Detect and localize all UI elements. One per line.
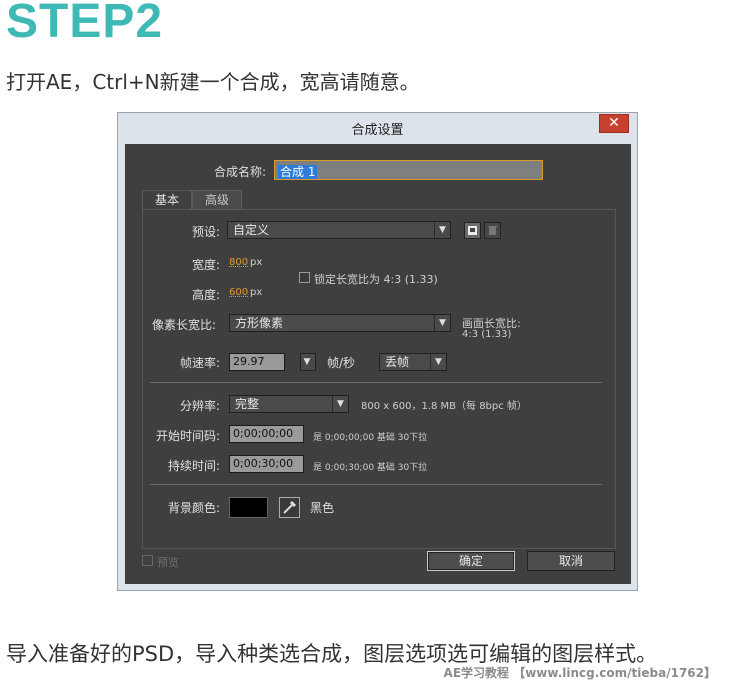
- resolution-label: 分辨率:: [180, 399, 221, 413]
- bg-color-name: 黑色: [310, 501, 335, 515]
- drop-frame-value: 丢帧: [385, 355, 410, 369]
- frame-aspect-value: 4:3 (1.33): [462, 329, 512, 340]
- fps-preset-dropdown[interactable]: ▼: [300, 353, 316, 371]
- cancel-button[interactable]: 取消: [527, 551, 615, 571]
- bg-color-swatch[interactable]: [229, 497, 268, 518]
- resolution-info: 800 x 600，1.8 MB（每 8bpc 帧）: [361, 401, 527, 412]
- width-label: 宽度:: [192, 258, 221, 272]
- width-unit: px: [250, 257, 263, 268]
- save-preset-button[interactable]: [464, 222, 481, 239]
- pixel-aspect-dropdown[interactable]: 方形像素 ▼: [229, 314, 451, 332]
- height-label: 高度:: [192, 288, 221, 302]
- eyedropper-icon: [283, 500, 297, 514]
- fps-unit: 帧/秒: [327, 356, 356, 370]
- delete-preset-button[interactable]: [484, 222, 501, 239]
- duration-label: 持续时间:: [168, 459, 221, 473]
- resolution-dropdown[interactable]: 完整 ▼: [229, 395, 349, 413]
- close-button[interactable]: ✕: [599, 114, 629, 133]
- tab-advanced[interactable]: 高级: [192, 190, 242, 210]
- lock-aspect-checkbox[interactable]: [299, 272, 310, 283]
- chevron-down-icon: ▼: [332, 396, 348, 412]
- drop-frame-dropdown[interactable]: 丢帧 ▼: [379, 353, 447, 371]
- composition-settings-dialog: 合成设置 ✕ 合成名称: 合成 1 基本 高级 预设: 自定义 ▼ 宽度: 80…: [117, 112, 638, 591]
- duration-info: 是 0;00;30;00 基础 30下拉: [313, 463, 428, 473]
- dialog-titlebar: 合成设置 ✕: [118, 113, 637, 141]
- dialog-title: 合成设置: [351, 123, 404, 138]
- ok-button[interactable]: 确定: [427, 551, 515, 571]
- trash-icon: [488, 226, 497, 235]
- watermark: AE学习教程 【www.lincg.com/tieba/1762】: [443, 666, 716, 680]
- start-timecode-input[interactable]: 0;00;00;00: [229, 425, 304, 443]
- dialog-body: 合成名称: 合成 1 基本 高级 预设: 自定义 ▼ 宽度: 800 px 锁定…: [125, 144, 631, 584]
- chevron-down-icon: ▼: [434, 222, 450, 238]
- chevron-down-icon: ▼: [434, 315, 450, 331]
- step-heading: STEP2: [6, 0, 164, 48]
- duration-input[interactable]: 0;00;30;00: [229, 455, 304, 473]
- comp-name-label: 合成名称:: [214, 165, 267, 179]
- fps-input[interactable]: 29.97: [229, 353, 285, 371]
- chevron-down-icon: ▼: [430, 354, 446, 370]
- divider: [150, 382, 602, 383]
- intro-text: 打开AE，Ctrl+N新建一个合成，宽高请随意。: [6, 70, 420, 94]
- pixel-aspect-value: 方形像素: [235, 316, 284, 330]
- chevron-down-icon: ▼: [303, 357, 311, 367]
- start-timecode-label: 开始时间码:: [156, 429, 221, 443]
- resolution-value: 完整: [235, 397, 260, 411]
- start-timecode-info: 是 0;00;00;00 基础 30下拉: [313, 433, 428, 443]
- preset-value: 自定义: [233, 223, 270, 237]
- height-unit: px: [250, 287, 263, 298]
- preset-dropdown[interactable]: 自定义 ▼: [227, 221, 451, 239]
- divider: [150, 484, 602, 485]
- preset-label: 预设:: [192, 225, 221, 239]
- comp-name-input[interactable]: 合成 1: [274, 160, 543, 180]
- tab-basic[interactable]: 基本: [142, 190, 192, 210]
- eyedropper-button[interactable]: [279, 497, 300, 518]
- lock-aspect-label: 锁定长宽比为 4:3 (1.33): [314, 273, 438, 286]
- preview-label: 预览: [157, 556, 179, 569]
- comp-name-value: 合成 1: [278, 165, 318, 179]
- bg-color-label: 背景颜色:: [168, 501, 221, 515]
- width-value[interactable]: 800: [229, 257, 248, 268]
- fps-label: 帧速率:: [180, 356, 221, 370]
- save-preset-icon: [468, 226, 477, 235]
- height-value[interactable]: 600: [229, 287, 248, 298]
- pixel-aspect-label: 像素长宽比:: [152, 318, 217, 332]
- preview-checkbox[interactable]: [142, 555, 153, 566]
